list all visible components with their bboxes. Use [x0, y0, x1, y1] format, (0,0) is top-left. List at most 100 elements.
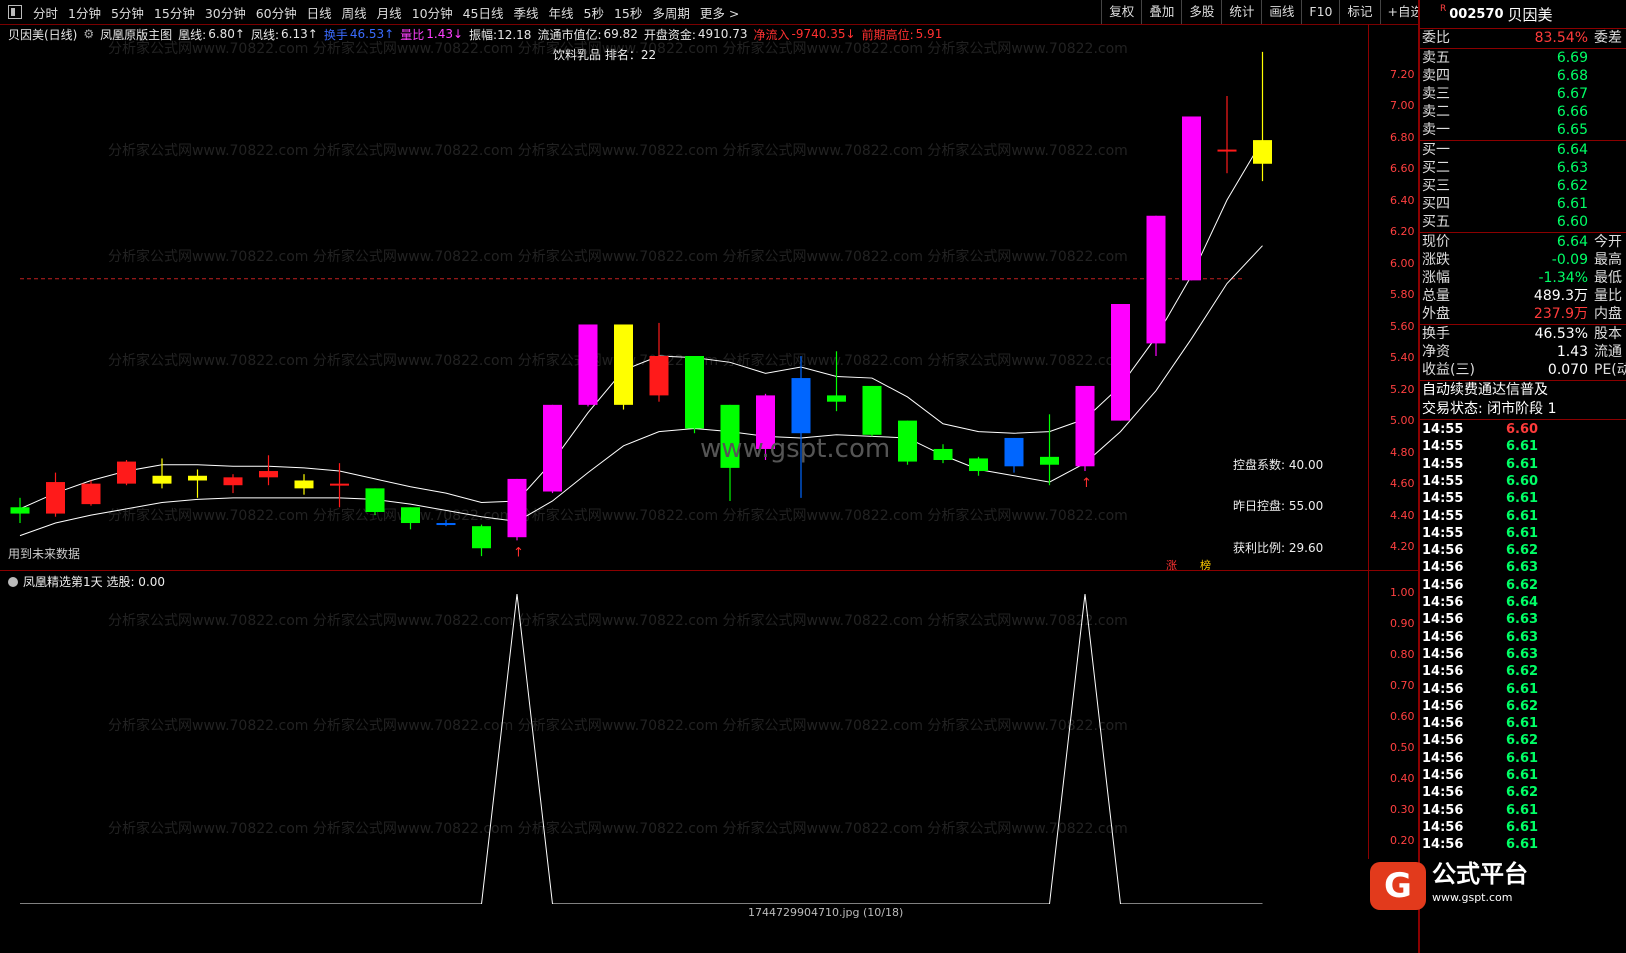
layout-toggle-icon[interactable]: [8, 5, 22, 19]
candle[interactable]: [649, 322, 669, 402]
period-item[interactable]: 多周期: [647, 3, 695, 22]
candle[interactable]: [117, 460, 136, 486]
candle[interactable]: [46, 472, 65, 517]
candle[interactable]: [507, 478, 527, 541]
tool-button[interactable]: 复权: [1101, 0, 1141, 24]
tick-time: 14:56: [1422, 664, 1464, 680]
row-extra-label: 今开: [1594, 234, 1622, 250]
candle[interactable]: [685, 356, 704, 434]
row-label: 卖二: [1422, 104, 1450, 120]
candle[interactable]: [578, 324, 598, 407]
period-item[interactable]: 周线: [337, 3, 372, 22]
tick-price: 6.61: [1506, 802, 1539, 818]
period-item[interactable]: 季线: [509, 3, 544, 22]
price-tick-label: 5.80: [1390, 288, 1415, 302]
candle-body: [152, 475, 172, 484]
tool-button[interactable]: 多股: [1181, 0, 1221, 24]
candle[interactable]: [188, 469, 207, 498]
tool-button[interactable]: F10: [1301, 0, 1339, 24]
signal-sub-chart[interactable]: [0, 574, 1368, 904]
candle[interactable]: [223, 474, 243, 494]
price-tick-label: 4.40: [1390, 508, 1415, 522]
candle[interactable]: [1253, 51, 1272, 182]
candle[interactable]: [152, 458, 172, 489]
tick-row: 14:56 6.62: [1422, 577, 1626, 594]
tick-time: 14:56: [1422, 595, 1464, 610]
sub-tick-label: 0.70: [1390, 679, 1415, 692]
candle[interactable]: [614, 324, 633, 410]
row-value: 489.3万: [1533, 288, 1588, 304]
candle[interactable]: [543, 404, 562, 494]
period-item[interactable]: 15分钟: [149, 3, 200, 22]
row-label: 卖五: [1422, 50, 1450, 66]
period-list: 分时 1分钟 5分钟 15分钟 30分钟 60分钟 日线 周线 月线 10分钟 45日线 季线 年线 5秒…: [28, 3, 744, 22]
candle[interactable]: [330, 463, 349, 508]
pane-divider[interactable]: [0, 570, 1418, 571]
tick-time: 14:56: [1422, 733, 1464, 749]
period-item[interactable]: 15秒: [609, 3, 647, 22]
period-item[interactable]: 更多 >: [695, 3, 744, 22]
stock-code[interactable]: 002570: [1449, 7, 1503, 22]
candle[interactable]: [365, 488, 385, 516]
candle[interactable]: [862, 385, 882, 437]
period-item[interactable]: 5分钟: [106, 3, 149, 22]
notice-line[interactable]: 交易状态: 闭市阶段 1: [1422, 400, 1626, 418]
candle[interactable]: [10, 497, 30, 524]
period-item[interactable]: 30分钟: [200, 3, 251, 22]
tool-button[interactable]: 统计: [1221, 0, 1261, 24]
period-item[interactable]: 45日线: [458, 3, 509, 22]
candle-body: [81, 483, 101, 505]
gspt-logo: G 公式平台 www.gspt.com: [1370, 858, 1560, 914]
candle[interactable]: [1111, 304, 1130, 421]
tool-button[interactable]: 叠加: [1141, 0, 1181, 24]
row-label: 涨跌: [1422, 252, 1450, 268]
candle[interactable]: [1004, 437, 1024, 473]
row-value: 6.67: [1556, 86, 1588, 102]
candle[interactable]: [898, 420, 917, 465]
sub-indicator-text[interactable]: 凤凰精选第1天 选股: 0.00: [23, 573, 165, 590]
price-tick-label: 5.60: [1390, 319, 1415, 333]
period-item[interactable]: 分时: [28, 3, 63, 22]
candle[interactable]: [436, 519, 456, 527]
tick-time: 14:56: [1422, 785, 1464, 801]
period-item[interactable]: 月线: [372, 3, 407, 22]
candle[interactable]: [1075, 385, 1095, 472]
tick-price: 6.62: [1506, 577, 1539, 593]
candlestick-chart[interactable]: ↑↑: [0, 24, 1368, 570]
sub-settings-icon[interactable]: [8, 576, 18, 587]
period-item[interactable]: 1分钟: [63, 3, 106, 22]
tick-price: 6.63: [1506, 629, 1539, 645]
candle[interactable]: [294, 474, 314, 495]
stock-name[interactable]: 贝因美: [1508, 4, 1553, 25]
period-item[interactable]: 5秒: [579, 3, 609, 22]
candle[interactable]: [791, 356, 811, 498]
candle[interactable]: [969, 456, 988, 476]
tool-button[interactable]: 画线: [1261, 0, 1301, 24]
period-item[interactable]: 年线: [544, 3, 579, 22]
signal-line: [20, 593, 1263, 904]
candle-body: [685, 356, 704, 429]
notice-line[interactable]: 自动续费通达信普及: [1422, 381, 1626, 399]
row-label: 买二: [1422, 160, 1450, 176]
period-item[interactable]: 日线: [302, 3, 337, 22]
row-value: 6.62: [1556, 178, 1588, 194]
tool-button[interactable]: 标记: [1339, 0, 1379, 24]
candle[interactable]: [259, 455, 278, 486]
candle[interactable]: [472, 524, 491, 557]
tick-price: 6.61: [1506, 750, 1539, 766]
tick-time: 14:55: [1422, 473, 1464, 489]
candle[interactable]: [401, 507, 420, 530]
candle[interactable]: [81, 480, 101, 506]
candle[interactable]: [933, 444, 953, 464]
period-item[interactable]: 10分钟: [407, 3, 458, 22]
r-mark: R: [1440, 4, 1447, 14]
row-value: 6.61: [1556, 196, 1588, 212]
price-tick-label: 4.60: [1390, 477, 1415, 491]
candle[interactable]: [1217, 96, 1237, 174]
period-item[interactable]: 60分钟: [251, 3, 302, 22]
candle[interactable]: [1182, 116, 1201, 281]
tick-row: 14:55 6.61: [1422, 456, 1626, 473]
candle[interactable]: [1040, 414, 1059, 486]
candle[interactable]: [827, 351, 846, 412]
candle[interactable]: [1146, 215, 1166, 356]
